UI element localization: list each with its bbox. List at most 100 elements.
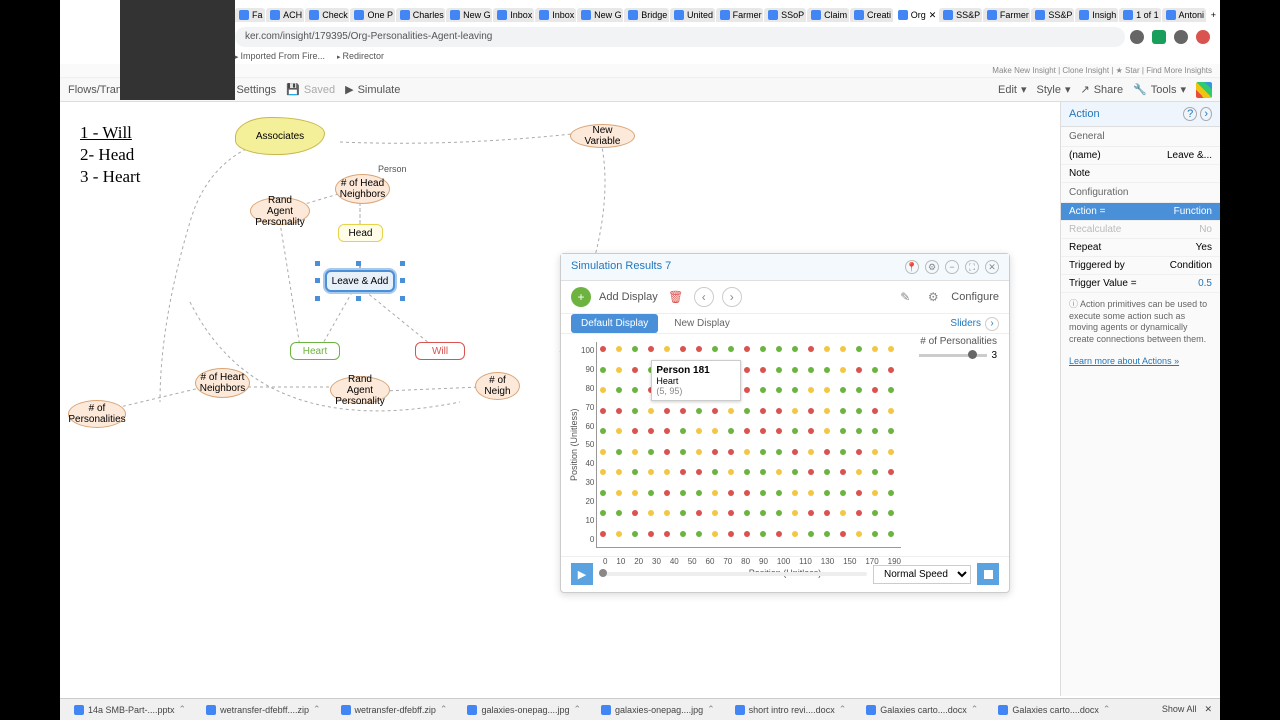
browser-tab[interactable]: Org ✕ [894, 8, 938, 23]
data-point[interactable] [616, 510, 622, 516]
data-point[interactable] [792, 449, 798, 455]
pin-icon[interactable]: 📍 [905, 260, 919, 274]
data-point[interactable] [872, 428, 878, 434]
learn-more-link[interactable]: Learn more about Actions » [1061, 352, 1220, 370]
data-point[interactable] [760, 531, 766, 537]
data-point[interactable] [888, 449, 894, 455]
node-heart[interactable]: Heart [290, 342, 340, 360]
data-point[interactable] [632, 387, 638, 393]
data-point[interactable] [616, 490, 622, 496]
data-point[interactable] [824, 387, 830, 393]
data-point[interactable] [872, 408, 878, 414]
browser-tab[interactable]: Inbox [493, 8, 534, 22]
data-point[interactable] [792, 490, 798, 496]
next-icon[interactable]: › [722, 287, 742, 307]
data-point[interactable] [856, 387, 862, 393]
data-point[interactable] [856, 490, 862, 496]
data-point[interactable] [744, 510, 750, 516]
data-point[interactable] [648, 469, 654, 475]
data-point[interactable] [760, 346, 766, 352]
data-point[interactable] [776, 428, 782, 434]
style-dropdown[interactable]: Style ▾ [1037, 82, 1071, 98]
data-point[interactable] [680, 428, 686, 434]
data-point[interactable] [600, 408, 606, 414]
browser-tab[interactable]: Bridge [624, 8, 669, 22]
data-point[interactable] [632, 408, 638, 414]
data-point[interactable] [680, 531, 686, 537]
node-will-neighbors[interactable]: # of Neigh [475, 372, 520, 400]
data-point[interactable] [648, 346, 654, 352]
data-point[interactable] [888, 428, 894, 434]
next-icon[interactable]: › [1200, 107, 1212, 121]
data-point[interactable] [856, 449, 862, 455]
data-point[interactable] [824, 490, 830, 496]
data-point[interactable] [776, 346, 782, 352]
data-point[interactable] [712, 490, 718, 496]
data-point[interactable] [696, 408, 702, 414]
configure-label[interactable]: Configure [951, 291, 999, 303]
data-point[interactable] [840, 469, 846, 475]
browser-tab[interactable]: Farmer [716, 8, 764, 22]
data-point[interactable] [792, 408, 798, 414]
new-tab-button[interactable]: + [1207, 10, 1220, 20]
data-point[interactable] [680, 510, 686, 516]
data-point[interactable] [632, 490, 638, 496]
tools-dropdown[interactable]: 🔧 Tools ▾ [1133, 82, 1186, 98]
personalities-slider[interactable]: 3 [919, 350, 997, 361]
minimize-icon[interactable]: − [945, 260, 959, 274]
data-point[interactable] [712, 469, 718, 475]
browser-tab[interactable]: Check [305, 8, 349, 22]
data-point[interactable] [632, 469, 638, 475]
data-point[interactable] [824, 449, 830, 455]
data-point[interactable] [888, 490, 894, 496]
download-item[interactable]: Galaxies carto....docx ⌃ [860, 702, 984, 717]
data-point[interactable] [664, 346, 670, 352]
data-point[interactable] [856, 346, 862, 352]
data-point[interactable] [696, 510, 702, 516]
data-point[interactable] [664, 449, 670, 455]
node-rand-agent-2[interactable]: Rand Agent Personality [330, 376, 390, 404]
show-all-button[interactable]: Show All [1162, 704, 1197, 715]
data-point[interactable] [600, 490, 606, 496]
configure-icon[interactable]: ⚙ [923, 287, 943, 307]
data-point[interactable] [872, 346, 878, 352]
grid-icon[interactable] [1196, 82, 1212, 98]
data-point[interactable] [760, 408, 766, 414]
download-item[interactable]: Galaxies carto....docx ⌃ [992, 702, 1116, 717]
data-point[interactable] [712, 449, 718, 455]
close-icon[interactable]: ✕ [985, 260, 999, 274]
data-point[interactable] [632, 531, 638, 537]
data-point[interactable] [648, 510, 654, 516]
menu-icon[interactable] [1196, 30, 1210, 44]
gear-icon[interactable]: ⚙ [925, 260, 939, 274]
data-point[interactable] [760, 367, 766, 373]
help-icon[interactable]: ? [1183, 107, 1197, 121]
node-associates[interactable]: Associates [235, 117, 325, 155]
browser-tab[interactable]: Charles [396, 8, 445, 22]
prop-repeat[interactable]: RepeatYes [1061, 239, 1220, 257]
data-point[interactable] [776, 490, 782, 496]
data-point[interactable] [712, 346, 718, 352]
data-point[interactable] [856, 469, 862, 475]
browser-tab[interactable]: New G [577, 8, 623, 22]
data-point[interactable] [744, 490, 750, 496]
sliders-toggle[interactable]: Sliders › [950, 317, 999, 331]
data-point[interactable] [808, 428, 814, 434]
prop-name[interactable]: (name)Leave &... [1061, 147, 1220, 165]
data-point[interactable] [648, 490, 654, 496]
tab-default-display[interactable]: Default Display [571, 314, 658, 333]
data-point[interactable] [840, 449, 846, 455]
data-point[interactable] [792, 469, 798, 475]
data-point[interactable] [680, 346, 686, 352]
data-point[interactable] [600, 428, 606, 434]
data-point[interactable] [696, 346, 702, 352]
data-point[interactable] [872, 510, 878, 516]
data-point[interactable] [728, 428, 734, 434]
data-point[interactable] [600, 510, 606, 516]
data-point[interactable] [664, 490, 670, 496]
data-point[interactable] [600, 469, 606, 475]
data-point[interactable] [616, 387, 622, 393]
download-item[interactable]: wetransfer-dfebff.zip ⌃ [335, 702, 454, 717]
data-point[interactable] [808, 346, 814, 352]
data-point[interactable] [600, 387, 606, 393]
